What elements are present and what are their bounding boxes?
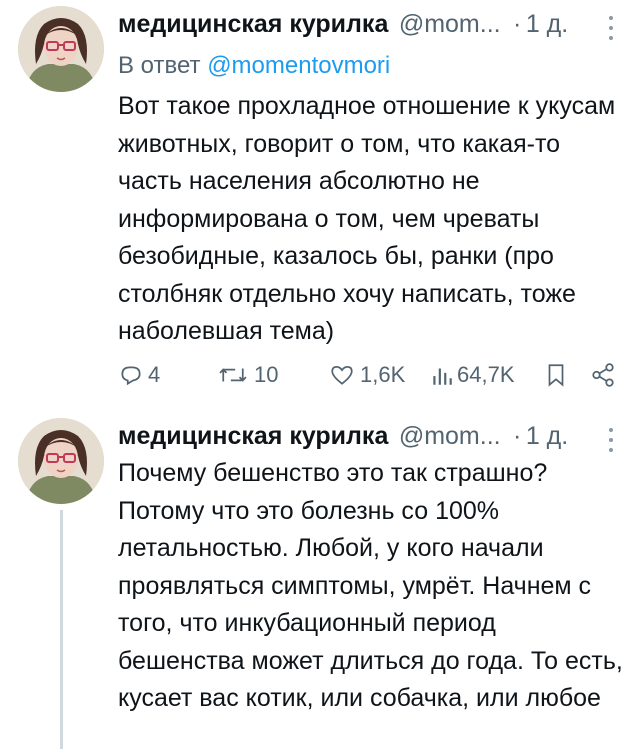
- bookmark-icon: [548, 364, 564, 387]
- more-icon[interactable]: [608, 16, 614, 42]
- timestamp[interactable]: 1 д.: [526, 10, 568, 38]
- timestamp[interactable]: 1 д.: [526, 422, 568, 450]
- retweet-icon: [219, 368, 247, 382]
- tweet-header: медицинская курилка @mom... · 1 д.: [118, 422, 614, 456]
- tweet-text-content: Вот такое прохладное отношение к укусам …: [118, 92, 616, 345]
- reply-count: 4: [148, 362, 161, 387]
- avatar-image: [18, 418, 104, 504]
- tweet-text-content: Почему бешенство это так страшно? Потому…: [118, 459, 623, 712]
- avatar[interactable]: [18, 6, 104, 92]
- retweet-button[interactable]: 10: [216, 355, 278, 395]
- separator-dot: ·: [513, 422, 522, 450]
- tweet-text: Вот такое прохладное отношение к укусам …: [118, 88, 623, 351]
- avatar-image: [18, 6, 104, 92]
- like-count: 1,6K: [360, 362, 406, 387]
- reply-handle-link[interactable]: @momentovmori: [207, 52, 390, 79]
- avatar[interactable]: [18, 418, 104, 504]
- reply-prefix: В ответ: [118, 52, 208, 79]
- views-icon: [433, 368, 452, 385]
- views-button[interactable]: 64,7K: [431, 355, 515, 395]
- retweet-count: 10: [254, 362, 279, 387]
- tweet-header: медицинская курилка @mom... · 1 д.: [118, 10, 614, 44]
- separator-dot: ·: [513, 10, 522, 38]
- bookmark-button[interactable]: [545, 355, 567, 395]
- reply-to-line: В ответ @momentovmori: [118, 52, 390, 80]
- tweet-text: Почему бешенство это так страшно? Потому…: [118, 455, 623, 718]
- author-name[interactable]: медицинская курилка: [118, 422, 388, 450]
- like-icon: [331, 366, 353, 385]
- action-bar: 4 10 1,6K 64,7K: [118, 355, 618, 395]
- author-handle[interactable]: @mom...: [399, 10, 501, 38]
- reply-icon: [121, 366, 141, 386]
- more-icon[interactable]: [608, 428, 614, 454]
- thread-line: [60, 510, 63, 749]
- share-button[interactable]: [590, 355, 616, 395]
- tweet-2[interactable]: медицинская курилка @mom... · 1 д. Почем…: [0, 410, 640, 749]
- reply-button[interactable]: 4: [118, 355, 160, 395]
- author-name[interactable]: медицинская курилка: [118, 10, 388, 38]
- views-count: 64,7K: [457, 362, 515, 387]
- author-handle[interactable]: @mom...: [399, 422, 501, 450]
- tweet-1[interactable]: медицинская курилка @mom... · 1 д. В отв…: [0, 0, 640, 410]
- share-icon: [592, 363, 614, 387]
- like-button[interactable]: 1,6K: [328, 355, 405, 395]
